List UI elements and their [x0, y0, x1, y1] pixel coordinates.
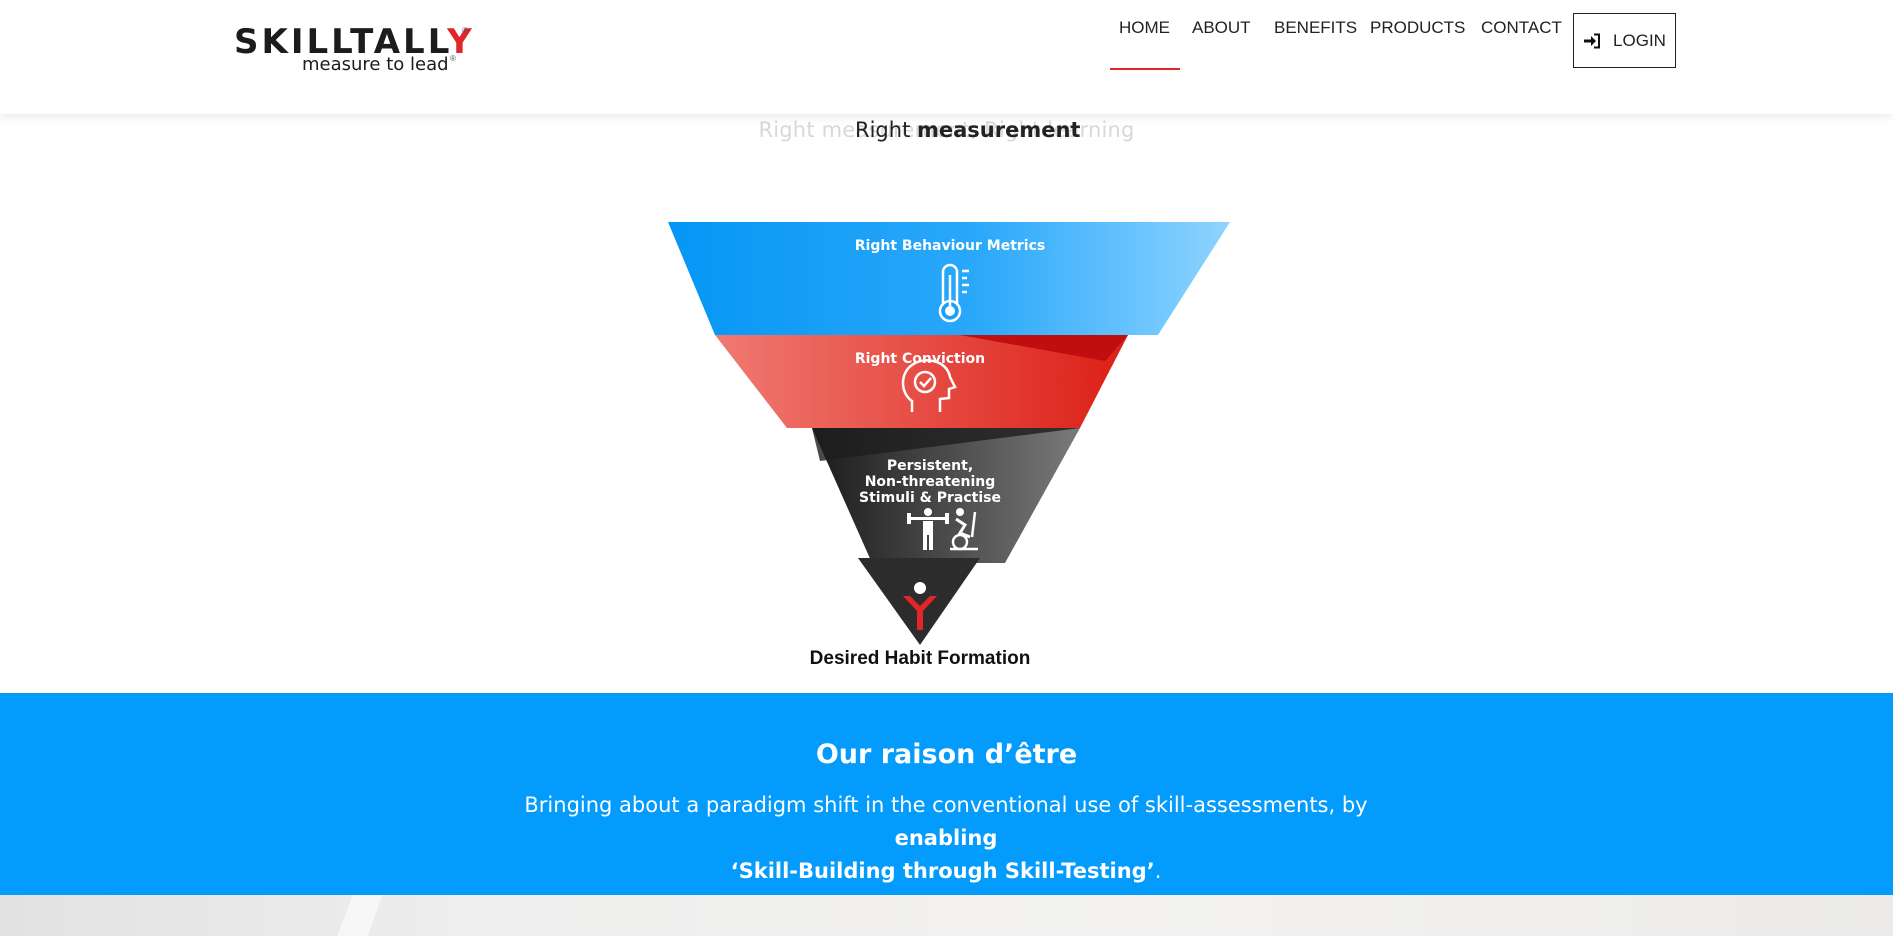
logo-tagline-registered-mark: ® [450, 54, 456, 63]
level-3-label: Persistent, Non-threatening Stimuli & Pr… [859, 458, 1001, 506]
pyramid-level-habit [858, 558, 980, 645]
nav-home[interactable]: HOME [1110, 0, 1180, 70]
pyramid-level-conviction [715, 335, 1128, 428]
pyramid-caption: Desired Habit Formation [809, 648, 1031, 669]
sign-in-icon [1584, 33, 1601, 48]
login-label: LOGIN [1613, 30, 1666, 50]
skilltally-logo[interactable]: SKILLTALLY ® measure to lead ® [234, 24, 472, 80]
next-section-image [0, 895, 1893, 936]
nav-benefits[interactable]: BENEFITS [1274, 0, 1357, 56]
hero-tagline: Right measurement [855, 118, 1081, 142]
habit-pyramid: Right Behaviour Metrics Right Conviction… [660, 215, 1240, 675]
nav-products[interactable]: PRODUCTS [1370, 0, 1465, 56]
mission-title: Our raison d’être [815, 739, 1078, 770]
logo-registered-mark: ® [462, 26, 468, 35]
site-header: SKILLTALLY ® measure to lead ® HOME ABOU… [0, 0, 1893, 114]
mission-text: Bringing about a paradigm shift in the c… [524, 793, 1368, 883]
logo-tagline: measure to lead [302, 54, 449, 75]
level-2-label: Right Conviction [854, 351, 986, 367]
mission-section: Our raison d’être Bringing about a parad… [0, 693, 1893, 895]
login-button[interactable]: LOGIN [1573, 13, 1676, 68]
pyramid-graphic [668, 222, 1230, 645]
nav-contact[interactable]: CONTACT [1481, 0, 1562, 56]
nav-about[interactable]: ABOUT [1192, 0, 1251, 56]
level-1-label: Right Behaviour Metrics [854, 238, 1046, 254]
